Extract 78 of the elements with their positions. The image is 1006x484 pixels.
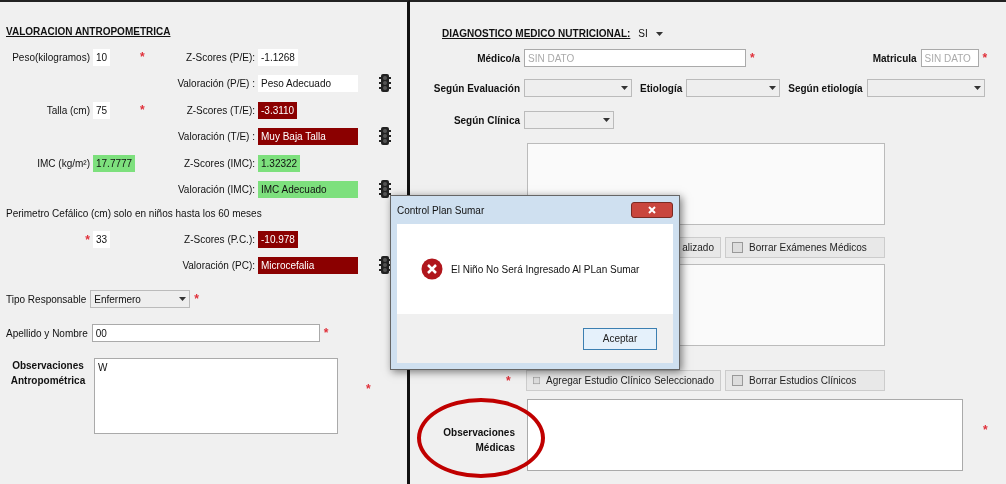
field-label: Peso(kilogramos): [11, 51, 90, 65]
assessment-field: Microcefalia: [258, 256, 358, 274]
dropdown[interactable]: [866, 79, 985, 97]
caret-icon: [655, 31, 663, 36]
value-field: 10: [93, 49, 111, 66]
field-label: Z-Scores (P/E):: [185, 51, 255, 65]
field-label: Según etiología: [788, 81, 863, 96]
field-label: Tipo Responsable: [6, 292, 87, 307]
required-mark: *: [194, 293, 199, 305]
close-button[interactable]: [631, 202, 673, 218]
text-area[interactable]: [527, 399, 963, 471]
zscore-field: 1.32322: [258, 155, 301, 172]
section-title: VALORACION ANTROPOMETRICA: [6, 25, 172, 39]
zscore-field: -3.3110: [258, 102, 298, 119]
field-label: Según Clínica: [452, 113, 520, 128]
dropdown[interactable]: Enfermero: [90, 290, 191, 308]
field-label: Valoración (T/E) :: [176, 129, 255, 144]
text-field[interactable]: SIN DATO: [920, 49, 979, 67]
required-mark: *: [750, 52, 755, 64]
dialog-message: El Niño No Será Ingresado Al PLan Sumar: [451, 262, 640, 277]
button[interactable]: Borrar Exámenes Médicos: [725, 237, 885, 258]
field-label: Etiología: [640, 81, 683, 96]
close-icon: [647, 205, 657, 215]
required-mark: *: [506, 374, 511, 387]
zscore-field: -10.978: [258, 231, 298, 248]
square-icon: [732, 375, 743, 386]
caret-icon: [769, 86, 777, 90]
required-mark: *: [982, 52, 988, 64]
zscore-field: -1.1268: [258, 49, 298, 66]
caret-icon: [603, 118, 610, 122]
field-label: Observaciones Antropométrica: [9, 359, 87, 388]
value-field: 75: [93, 102, 111, 119]
required-mark: *: [140, 50, 145, 64]
square-icon: [732, 242, 743, 253]
field-label: Z-Scores (T/E):: [185, 104, 255, 118]
field-label: Apellido y Nombre: [6, 326, 88, 341]
button[interactable]: Agregar Estudio Clínico Seleccionado: [526, 370, 721, 391]
assessment-field: IMC Adecuado: [258, 180, 358, 198]
field-label: Según Evaluación: [432, 81, 520, 96]
field-label: Z-Scores (P.C.):: [183, 233, 255, 247]
dropdown[interactable]: [524, 79, 632, 97]
caret-icon: [621, 86, 628, 90]
dialog-title: Control Plan Sumar: [397, 203, 485, 218]
assessment-field: Muy Baja Talla: [258, 127, 358, 145]
required-mark: *: [85, 233, 90, 246]
square-icon: [533, 375, 541, 386]
dropdown[interactable]: [686, 79, 781, 97]
text-field[interactable]: 00: [91, 324, 320, 342]
field-label: IMC (kg/m²): [36, 157, 90, 171]
required-mark: *: [140, 103, 145, 117]
traffic-light-icon: [379, 127, 391, 145]
value-field: 17.7777: [93, 155, 136, 172]
text-area[interactable]: W: [94, 358, 338, 434]
value-field: 33: [93, 231, 111, 248]
caret-icon: [973, 86, 981, 90]
traffic-light-icon: [379, 256, 391, 274]
dropdown[interactable]: [524, 111, 614, 129]
dropdown[interactable]: SI: [638, 26, 663, 41]
assessment-field: Peso Adecuado: [258, 74, 358, 92]
error-icon: [421, 258, 443, 280]
required-mark: *: [366, 382, 371, 396]
required-mark: *: [323, 327, 329, 339]
field-label: Médico/a: [476, 51, 520, 66]
traffic-light-icon: [379, 74, 391, 92]
section-title: DIAGNOSTICO MEDICO NUTRICIONAL:: [442, 27, 631, 41]
field-label: Z-Scores (IMC):: [182, 157, 255, 171]
button[interactable]: Borrar Estudios Clínicos: [725, 370, 885, 391]
traffic-light-icon: [379, 180, 391, 198]
field-label: Matricula: [872, 51, 917, 66]
required-mark: *: [983, 423, 988, 437]
accept-button[interactable]: Aceptar: [583, 327, 657, 350]
text-field[interactable]: SIN DATO: [524, 49, 746, 67]
field-label: Valoración (P/E) :: [176, 76, 255, 91]
field-label: Observaciones Médicas: [442, 426, 515, 455]
caret-icon: [179, 297, 187, 301]
field-label: Talla (cm): [45, 104, 90, 118]
field-label: Valoración (IMC):: [176, 182, 255, 197]
field-label: Valoración (PC):: [181, 258, 255, 273]
